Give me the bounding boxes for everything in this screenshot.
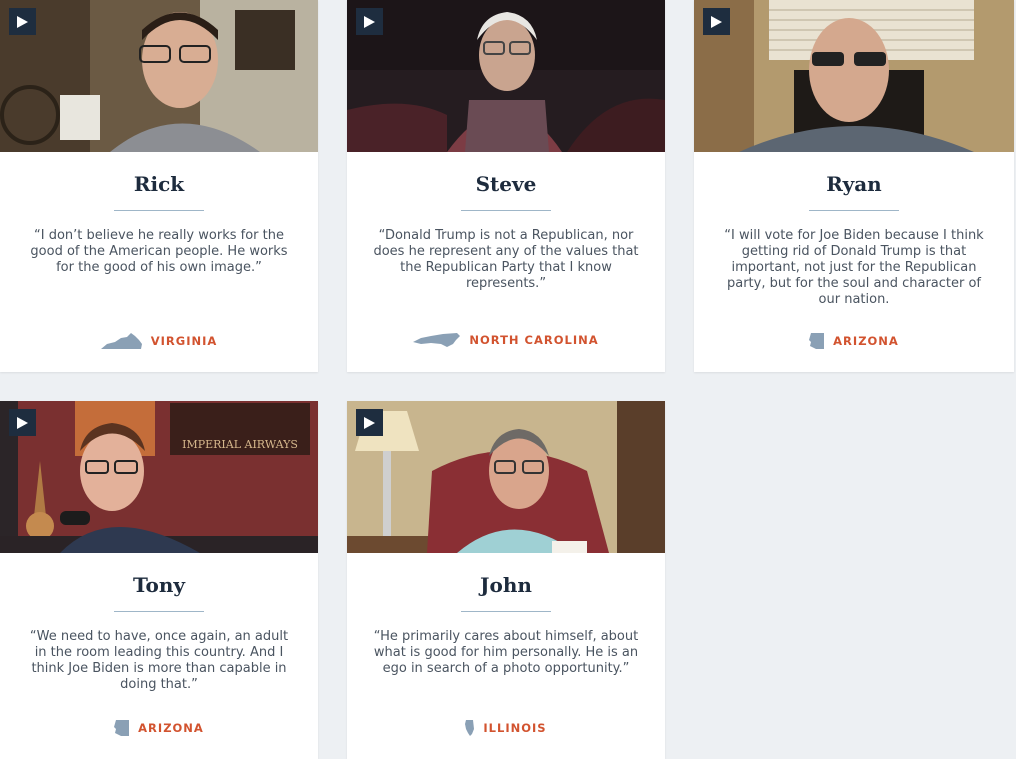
testimonial-card-john: John “He primarily cares about himself, … xyxy=(347,401,665,759)
divider xyxy=(114,611,204,612)
north-carolina-state-icon xyxy=(413,333,461,347)
person-name: Ryan xyxy=(826,172,882,196)
state-name: VIRGINIA xyxy=(150,334,218,348)
testimonial-card-tony: IMPERIAL AIRWAYS Tony “We need to have, … xyxy=(0,401,318,759)
testimonial-quote: “Donald Trump is not a Republican, nor d… xyxy=(373,228,639,291)
testimonial-quote: “I will vote for Joe Biden because I thi… xyxy=(724,228,984,307)
state-name: ILLINOIS xyxy=(483,721,547,735)
video-still-image xyxy=(694,0,1014,152)
video-thumbnail[interactable] xyxy=(694,0,1014,152)
arizona-state-icon xyxy=(114,720,130,736)
state-name: ARIZONA xyxy=(833,334,899,348)
play-icon[interactable] xyxy=(9,409,36,436)
testimonial-quote: “We need to have, once again, an adult i… xyxy=(29,629,289,692)
testimonial-quote: “He primarily cares about himself, about… xyxy=(373,629,639,676)
svg-text:IMPERIAL AIRWAYS: IMPERIAL AIRWAYS xyxy=(182,438,298,451)
divider xyxy=(461,611,551,612)
state-tag: NORTH CAROLINA xyxy=(347,332,665,348)
divider xyxy=(809,210,899,211)
video-thumbnail[interactable]: IMPERIAL AIRWAYS xyxy=(0,401,318,553)
state-tag: VIRGINIA xyxy=(0,332,318,350)
arizona-state-icon xyxy=(809,333,825,349)
state-name: NORTH CAROLINA xyxy=(469,333,599,347)
state-name: ARIZONA xyxy=(138,721,204,735)
video-thumbnail[interactable] xyxy=(347,0,665,152)
divider xyxy=(461,210,551,211)
video-thumbnail[interactable] xyxy=(0,0,318,152)
video-still-image: IMPERIAL AIRWAYS xyxy=(0,401,318,553)
person-name: Tony xyxy=(132,573,186,597)
person-name: Steve xyxy=(475,172,537,196)
state-tag: ARIZONA xyxy=(694,332,1014,350)
play-icon[interactable] xyxy=(703,8,730,35)
state-tag: ARIZONA xyxy=(0,719,318,737)
testimonial-card-rick: Rick “I don’t believe he really works fo… xyxy=(0,0,318,372)
play-icon[interactable] xyxy=(356,409,383,436)
state-tag: ILLINOIS xyxy=(347,719,665,737)
testimonial-card-ryan: Ryan “I will vote for Joe Biden because … xyxy=(694,0,1014,372)
person-name: Rick xyxy=(133,172,185,196)
person-name: John xyxy=(480,573,532,597)
video-still-image xyxy=(0,0,318,152)
video-still-image xyxy=(347,401,665,553)
testimonial-quote: “I don’t believe he really works for the… xyxy=(30,228,288,275)
play-icon[interactable] xyxy=(356,8,383,35)
video-thumbnail[interactable] xyxy=(347,401,665,553)
divider xyxy=(114,210,204,211)
virginia-state-icon xyxy=(100,333,142,349)
play-icon[interactable] xyxy=(9,8,36,35)
illinois-state-icon xyxy=(465,720,475,736)
testimonial-card-steve: Steve “Donald Trump is not a Republican,… xyxy=(347,0,665,372)
video-still-image xyxy=(347,0,665,152)
